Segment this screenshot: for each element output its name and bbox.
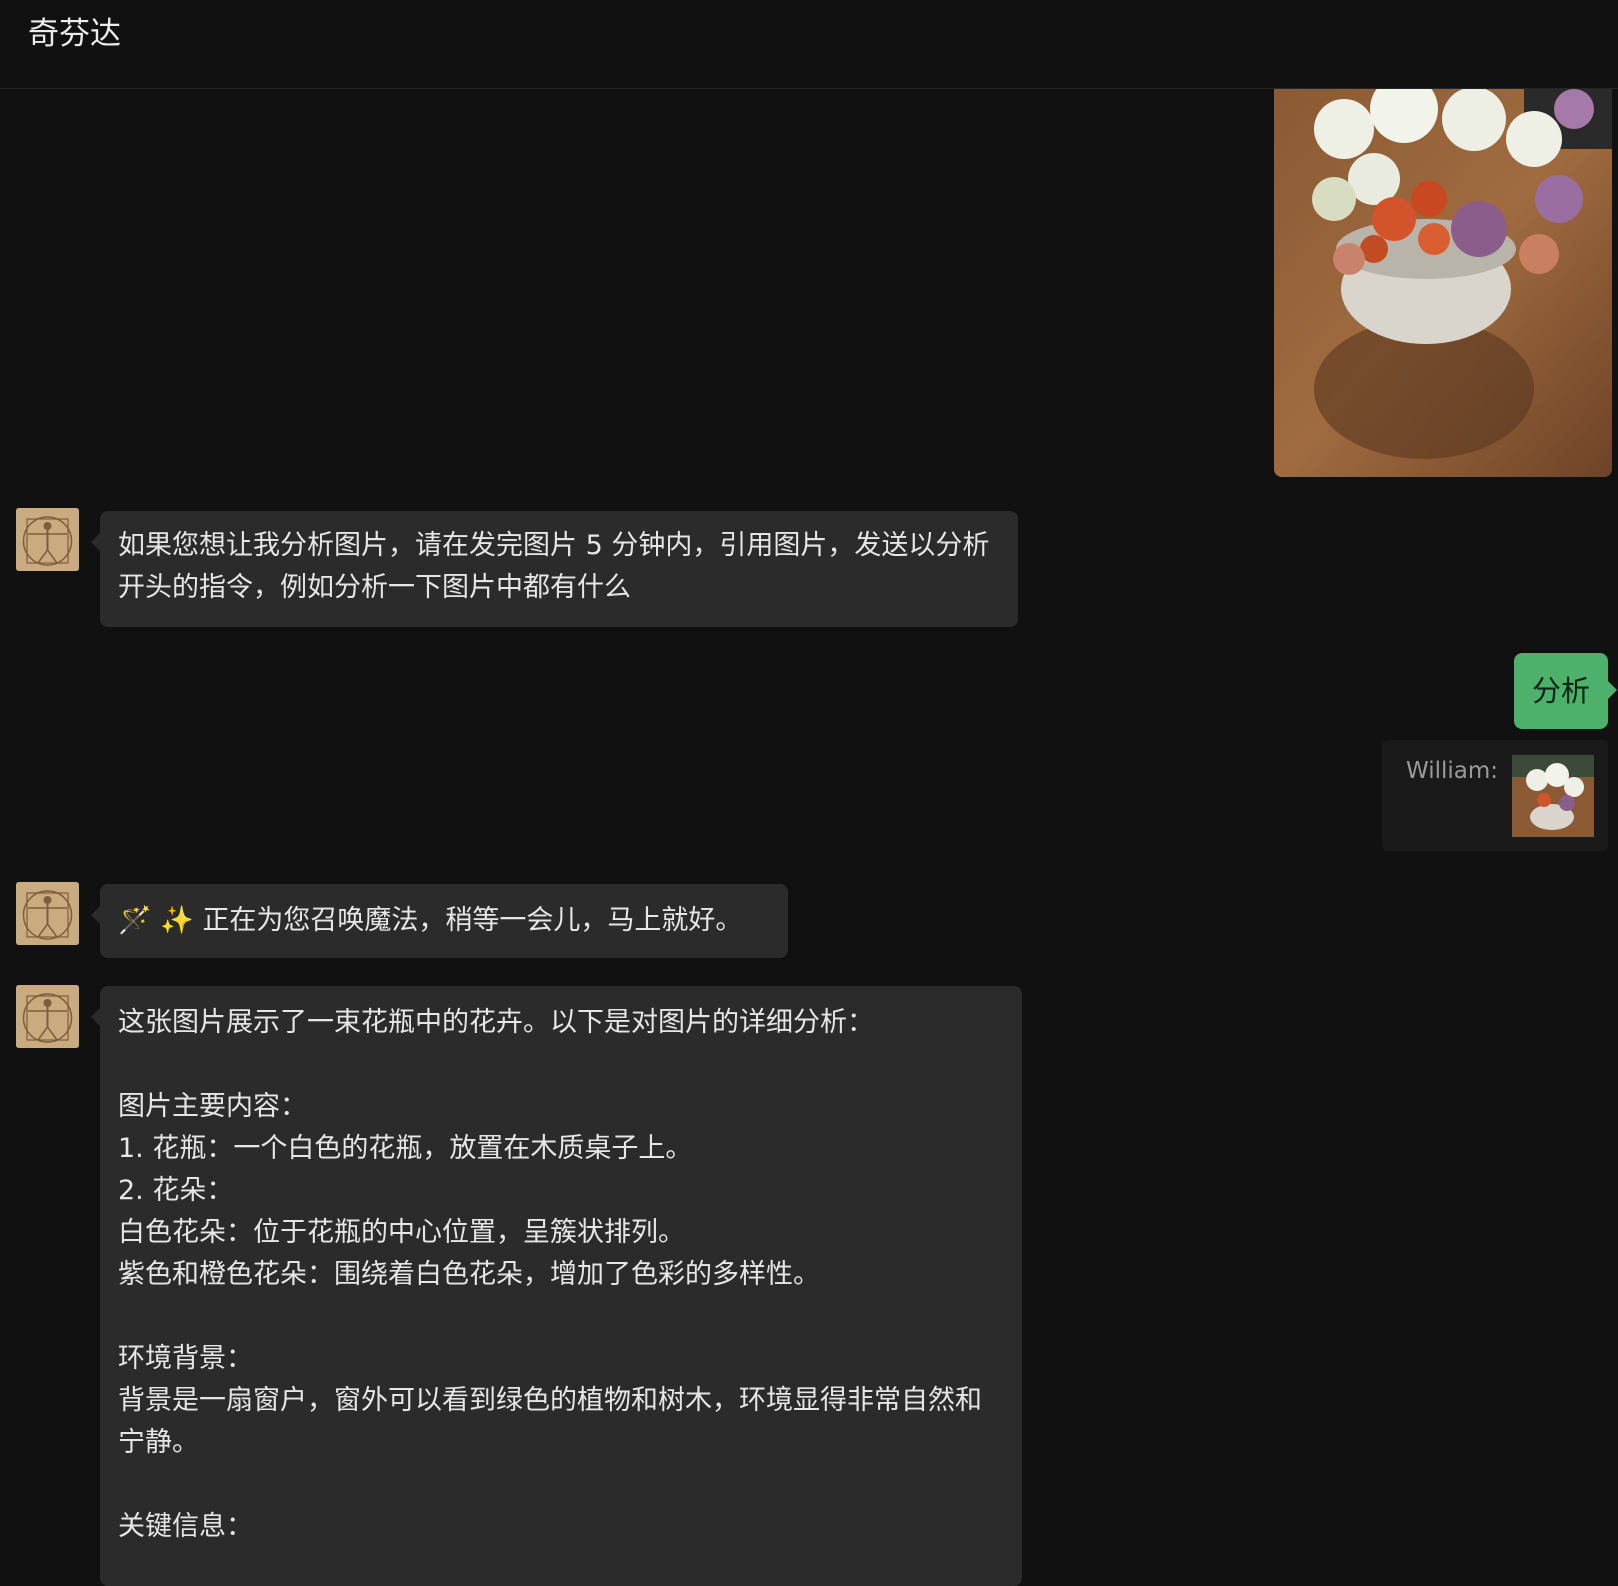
bot-message-text: 如果您想让我分析图片，请在发完图片 5 分钟内，引用图片，发送以分析开头的指令，… xyxy=(118,530,990,603)
analysis-line: 紫色和橙色花朵：围绕着白色花朵，增加了色彩的多样性。 xyxy=(118,1259,820,1290)
vitruvian-avatar-icon xyxy=(16,985,79,1048)
flower-vase-image xyxy=(1274,89,1612,477)
analysis-line: 1. 花瓶：一个白色的花瓶，放置在木质桌子上。 xyxy=(118,1133,693,1164)
analysis-line: 背景是一扇窗户，窗外可以看到绿色的植物和树木，环境显得非常自然和宁静。 xyxy=(118,1385,982,1458)
quote-thumbnail[interactable] xyxy=(1512,755,1594,837)
sparkles-icon: ✨ xyxy=(160,905,194,936)
flower-thumbnail-image xyxy=(1512,755,1594,837)
bot-avatar[interactable] xyxy=(16,508,79,571)
analysis-line xyxy=(118,1464,1008,1506)
bot-avatar[interactable] xyxy=(16,985,79,1048)
bot-analysis-bubble[interactable]: 这张图片展示了一束花瓶中的花卉。以下是对图片的详细分析： 图片主要内容： 1. … xyxy=(91,986,1022,1586)
bot-status-bubble[interactable]: 🪄 ✨ 正在为您召唤魔法，稍等一会儿，马上就好。 xyxy=(91,884,788,958)
vitruvian-avatar-icon xyxy=(16,508,79,571)
quote-author: William: xyxy=(1406,758,1499,784)
user-message-bubble[interactable]: 分析 xyxy=(1514,653,1617,729)
bot-analysis-text: 这张图片展示了一束花瓶中的花卉。以下是对图片的详细分析： 图片主要内容： 1. … xyxy=(118,1002,1008,1548)
bot-message-bubble[interactable]: 如果您想让我分析图片，请在发完图片 5 分钟内，引用图片，发送以分析开头的指令，… xyxy=(91,511,1018,627)
analysis-line: 关键信息： xyxy=(118,1511,253,1542)
bot-status-text: 正在为您召唤魔法，稍等一会儿，马上就好。 xyxy=(202,905,743,936)
analysis-line: 白色花朵：位于花瓶的中心位置，呈簇状排列。 xyxy=(118,1217,685,1248)
chat-header: 奇芬达 xyxy=(0,0,1618,89)
user-message-text: 分析 xyxy=(1531,674,1590,708)
quoted-message[interactable]: William: xyxy=(1382,740,1608,851)
analysis-line: 环境背景： xyxy=(118,1343,253,1374)
magic-wand-icon: 🪄 xyxy=(118,905,152,936)
vitruvian-avatar-icon xyxy=(16,882,79,945)
image-message[interactable] xyxy=(1274,89,1612,477)
chat-title: 奇芬达 xyxy=(28,16,121,52)
bot-avatar[interactable] xyxy=(16,882,79,945)
analysis-line: 图片主要内容： xyxy=(118,1091,307,1122)
bot-status-line: 🪄 ✨ 正在为您召唤魔法，稍等一会儿，马上就好。 xyxy=(118,900,742,942)
analysis-line: 这张图片展示了一束花瓶中的花卉。以下是对图片的详细分析： xyxy=(118,1007,874,1038)
analysis-line: 2. 花朵： xyxy=(118,1175,234,1206)
analysis-line xyxy=(118,1296,1008,1338)
analysis-line xyxy=(118,1044,1008,1086)
